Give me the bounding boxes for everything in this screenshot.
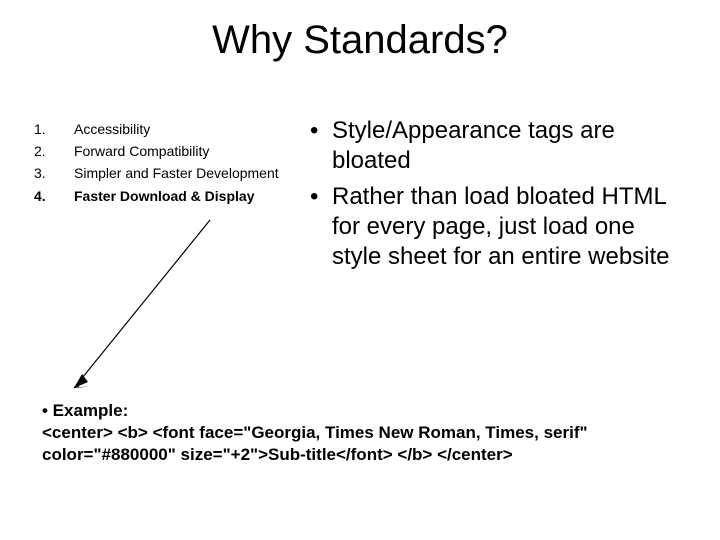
- list-item: 3. Simpler and Faster Development: [34, 164, 294, 182]
- slide-title: Why Standards?: [0, 18, 720, 63]
- list-number: 4.: [34, 187, 74, 205]
- example-label: • Example:: [42, 400, 682, 422]
- numbered-list: 1. Accessibility 2. Forward Compatibilit…: [34, 120, 294, 209]
- list-number: 2.: [34, 142, 74, 160]
- arrow-icon: [60, 210, 220, 400]
- list-item: 2. Forward Compatibility: [34, 142, 294, 160]
- bullet-marker: •: [310, 182, 332, 272]
- list-number: 3.: [34, 164, 74, 182]
- example-code: <center> <b> <font face="Georgia, Times …: [42, 422, 682, 466]
- slide: Why Standards? 1. Accessibility 2. Forwa…: [0, 0, 720, 540]
- list-item: 1. Accessibility: [34, 120, 294, 138]
- bullet-list: • Style/Appearance tags are bloated • Ra…: [310, 116, 690, 278]
- bullet-item: • Rather than load bloated HTML for ever…: [310, 182, 690, 272]
- list-text: Simpler and Faster Development: [74, 164, 294, 182]
- list-text: Accessibility: [74, 120, 294, 138]
- list-number: 1.: [34, 120, 74, 138]
- example-block: • Example: <center> <b> <font face="Geor…: [42, 400, 682, 466]
- bullet-marker: •: [310, 116, 332, 176]
- bullet-text: Style/Appearance tags are bloated: [332, 116, 690, 176]
- list-text: Faster Download & Display: [74, 187, 294, 205]
- list-item-active: 4. Faster Download & Display: [34, 187, 294, 205]
- list-text: Forward Compatibility: [74, 142, 294, 160]
- bullet-item: • Style/Appearance tags are bloated: [310, 116, 690, 176]
- bullet-text: Rather than load bloated HTML for every …: [332, 182, 690, 272]
